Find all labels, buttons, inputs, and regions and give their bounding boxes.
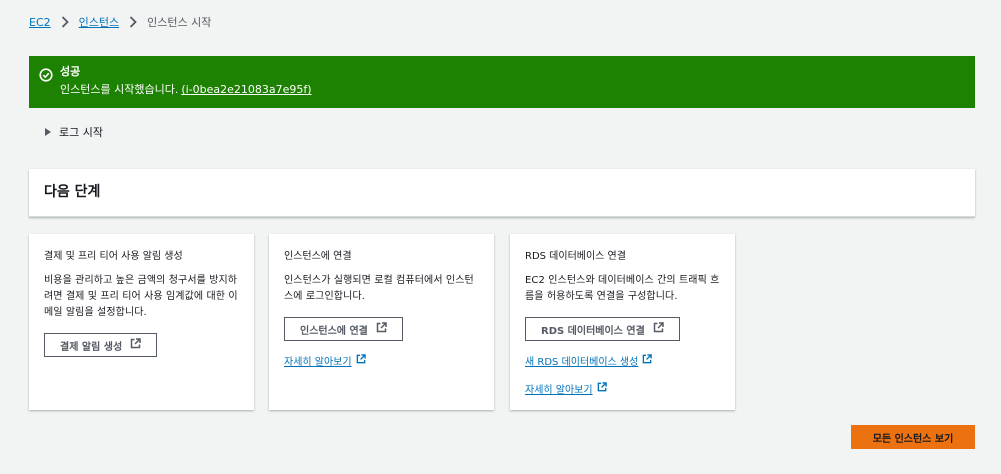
connect-rds-button[interactable]: RDS 데이터베이스 연결 (525, 317, 680, 341)
external-link-icon (642, 354, 653, 367)
card-description: EC2 인스턴스와 데이터베이스 간의 트래픽 흐름을 허용하도록 연결을 구성… (525, 275, 720, 302)
chevron-right-icon (57, 16, 73, 28)
card-title: 인스턴스에 연결 (284, 251, 352, 262)
success-flash: 성공 인스턴스를 시작했습니다. (i-0bea2e21083a7e95f) (29, 56, 975, 108)
card-title: 결제 및 프리 티어 사용 알림 생성 (44, 251, 183, 262)
external-link-icon (376, 322, 387, 336)
connect-instance-button[interactable]: 인스턴스에 연결 (284, 317, 403, 341)
breadcrumb-instances[interactable]: 인스턴스 (79, 14, 119, 30)
link-label: 새 RDS 데이터베이스 생성 (525, 357, 639, 368)
external-link-icon (130, 338, 141, 352)
learn-more-link[interactable]: 자세히 알아보기 (284, 353, 366, 368)
breadcrumb-ec2[interactable]: EC2 (29, 16, 51, 29)
create-billing-alert-button[interactable]: 결제 알림 생성 (44, 333, 158, 357)
breadcrumb: EC2 인스턴스 인스턴스 시작 (29, 14, 211, 30)
button-label: 인스턴스에 연결 (300, 325, 368, 337)
success-check-icon (39, 67, 53, 82)
next-steps-header: 다음 단계 (29, 169, 975, 217)
flash-message: 인스턴스를 시작했습니다. (i-0bea2e21083a7e95f) (60, 82, 312, 97)
card-description: 비용을 관리하고 높은 금액의 청구서를 방지하려면 결제 및 프리 티어 사용… (44, 275, 238, 318)
breadcrumb-current: 인스턴스 시작 (147, 16, 212, 29)
external-link-icon (597, 382, 607, 395)
instance-id-link[interactable]: (i-0bea2e21083a7e95f) (181, 82, 311, 97)
button-label: RDS 데이터베이스 연결 (541, 325, 645, 337)
flash-message-text: 인스턴스를 시작했습니다. (60, 83, 179, 96)
connect-instance-card: 인스턴스에 연결 인스턴스가 실행되면 로컬 컴퓨터에서 인스턴스에 로그인합니… (269, 234, 494, 410)
flash-content: 성공 인스턴스를 시작했습니다. (i-0bea2e21083a7e95f) (60, 65, 312, 108)
link-label: 자세히 알아보기 (284, 357, 352, 368)
external-link-icon (653, 322, 664, 336)
rds-connect-card: RDS 데이터베이스 연결 EC2 인스턴스와 데이터베이스 간의 트래픽 흐름… (510, 234, 735, 410)
button-label: 결제 알림 생성 (60, 341, 123, 353)
next-steps-title: 다음 단계 (44, 184, 101, 200)
link-label: 자세히 알아보기 (525, 385, 593, 396)
learn-more-link[interactable]: 자세히 알아보기 (525, 381, 607, 396)
create-rds-database-link[interactable]: 새 RDS 데이터베이스 생성 (525, 353, 653, 368)
launch-log-label: 로그 시작 (59, 126, 103, 139)
flash-title: 성공 (60, 65, 81, 78)
card-title: RDS 데이터베이스 연결 (525, 251, 626, 262)
external-link-icon (356, 354, 366, 367)
card-description: 인스턴스가 실행되면 로컬 컴퓨터에서 인스턴스에 로그인합니다. (284, 275, 474, 302)
chevron-right-icon (125, 16, 141, 28)
launch-log-expander[interactable]: 로그 시작 (45, 124, 103, 140)
caret-right-icon (45, 128, 51, 136)
view-all-instances-button[interactable]: 모든 인스턴스 보기 (851, 425, 975, 449)
billing-alert-card: 결제 및 프리 티어 사용 알림 생성 비용을 관리하고 높은 금액의 청구서를… (29, 234, 254, 410)
